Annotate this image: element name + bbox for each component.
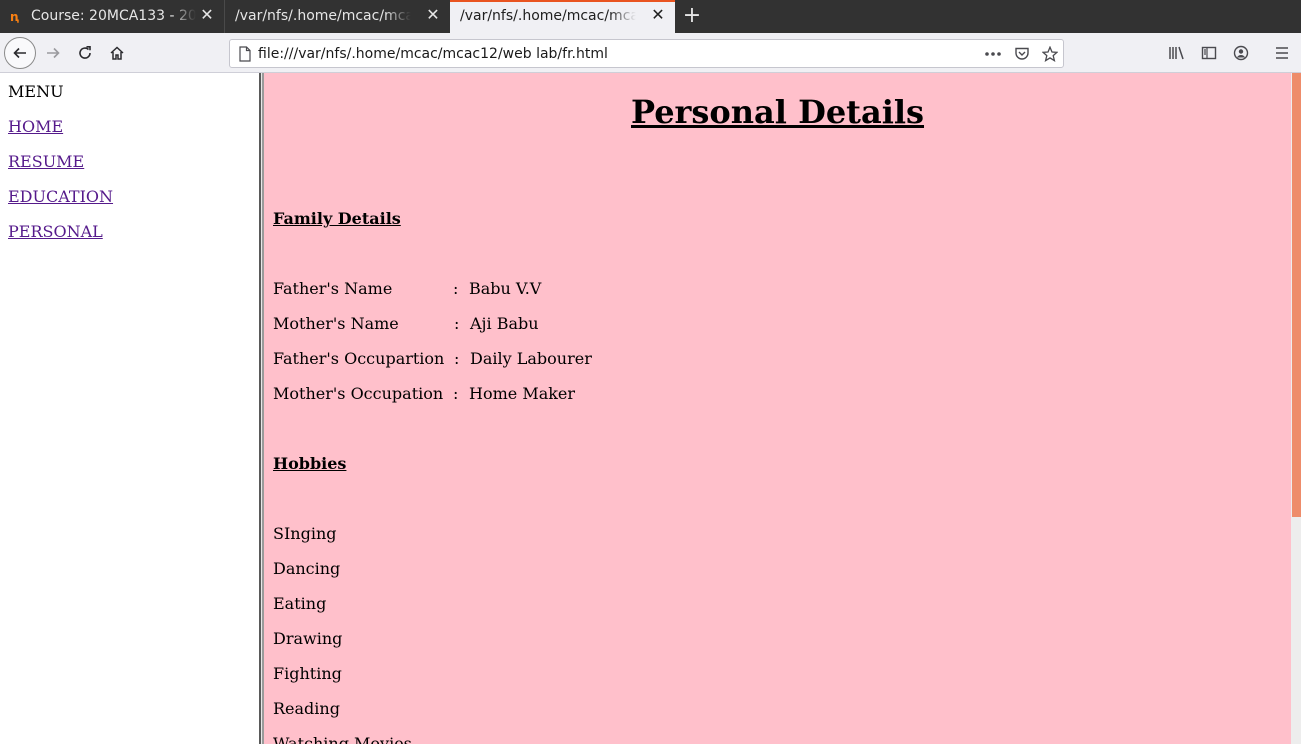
home-button[interactable] — [101, 37, 133, 69]
forward-button[interactable] — [37, 37, 69, 69]
link-education[interactable]: EDUCATION — [8, 187, 113, 206]
tab-file-1[interactable]: /var/nfs/.home/mcac/mcac12 ✕ — [224, 0, 450, 33]
family-row: Mother's Occupation : Home Maker — [273, 384, 575, 403]
account-icon[interactable] — [1232, 44, 1250, 62]
family-sep: : — [454, 314, 460, 333]
tab-title: /var/nfs/.home/mcac/mcac12 — [460, 8, 636, 24]
family-sep: : — [454, 349, 460, 368]
url-bar[interactable]: file:///var/nfs/.home/mcac/mcac12/web la… — [229, 39, 1064, 68]
link-resume[interactable]: RESUME — [8, 152, 84, 171]
menu-title: MENU — [8, 82, 64, 101]
vertical-scrollbar[interactable] — [1291, 73, 1301, 744]
family-label: Father's Occupartion — [273, 349, 445, 368]
close-icon[interactable]: ✕ — [651, 7, 665, 23]
page-title: Personal Details — [630, 93, 925, 131]
hobby-item: Eating — [273, 594, 327, 613]
family-label: Father's Name — [273, 279, 393, 298]
arrow-left-icon — [13, 47, 26, 59]
menu-frame: MENU HOME RESUME EDUCATION PERSONAL — [0, 73, 259, 744]
family-row: Father's Name : Babu V.V — [273, 279, 541, 298]
library-icon[interactable] — [1168, 44, 1186, 62]
tab-title: /var/nfs/.home/mcac/mcac12 — [235, 8, 411, 24]
page-actions-icon[interactable] — [984, 45, 1002, 63]
hobby-item: Fighting — [273, 664, 342, 683]
close-icon[interactable]: ✕ — [426, 7, 440, 23]
scrollbar-thumb[interactable] — [1292, 73, 1301, 517]
back-button[interactable] — [4, 37, 36, 69]
moodle-icon: ꞑ — [10, 10, 20, 24]
hobby-item: Reading — [273, 699, 340, 718]
content-frame: Personal Details Family Details Father's… — [264, 73, 1301, 744]
hobby-item: Watching Movies — [273, 734, 412, 744]
family-value: Aji Babu — [470, 314, 539, 333]
family-label: Mother's Occupation — [273, 384, 444, 403]
family-row: Mother's Name : Aji Babu — [273, 314, 539, 333]
family-label: Mother's Name — [273, 314, 399, 333]
reload-icon — [79, 46, 91, 59]
family-value: Daily Labourer — [470, 349, 592, 368]
family-details-heading: Family Details — [273, 209, 401, 228]
tab-course[interactable]: ꞑ Course: 20MCA133 - 2021 ✕ — [0, 0, 224, 33]
reload-button[interactable] — [69, 37, 101, 69]
nav-toolbar: file:///var/nfs/.home/mcac/mcac12/web la… — [0, 33, 1301, 73]
sidebar-icon[interactable] — [1200, 44, 1218, 62]
link-personal[interactable]: PERSONAL — [8, 222, 103, 241]
hobby-item: Dancing — [273, 559, 341, 578]
bookmark-star-icon[interactable] — [1041, 45, 1059, 63]
hamburger-menu-icon[interactable] — [1273, 44, 1291, 62]
family-sep: : — [453, 384, 459, 403]
close-icon[interactable]: ✕ — [200, 7, 214, 23]
new-tab-icon[interactable]: + — [680, 3, 704, 29]
family-sep: : — [453, 279, 459, 298]
pocket-icon[interactable] — [1013, 45, 1031, 63]
url-text: file:///var/nfs/.home/mcac/mcac12/web la… — [258, 46, 608, 62]
family-value: Home Maker — [469, 384, 576, 403]
tab-file-active[interactable]: /var/nfs/.home/mcac/mcac12 ✕ — [450, 0, 675, 33]
page-content: MENU HOME RESUME EDUCATION PERSONAL Pers… — [0, 73, 1301, 744]
arrow-right-icon — [47, 47, 60, 59]
home-icon — [110, 46, 124, 60]
hobbies-heading: Hobbies — [273, 454, 347, 473]
link-home[interactable]: HOME — [8, 117, 63, 136]
tab-strip: ꞑ Course: 20MCA133 - 2021 ✕ /var/nfs/.ho… — [0, 0, 1301, 33]
hobby-item: Drawing — [273, 629, 343, 648]
page-icon — [238, 46, 252, 66]
hobby-item: SInging — [273, 524, 337, 543]
tab-title: Course: 20MCA133 - 2021 — [31, 8, 196, 24]
family-row: Father's Occupartion : Daily Labourer — [273, 349, 592, 368]
family-value: Babu V.V — [469, 279, 542, 298]
